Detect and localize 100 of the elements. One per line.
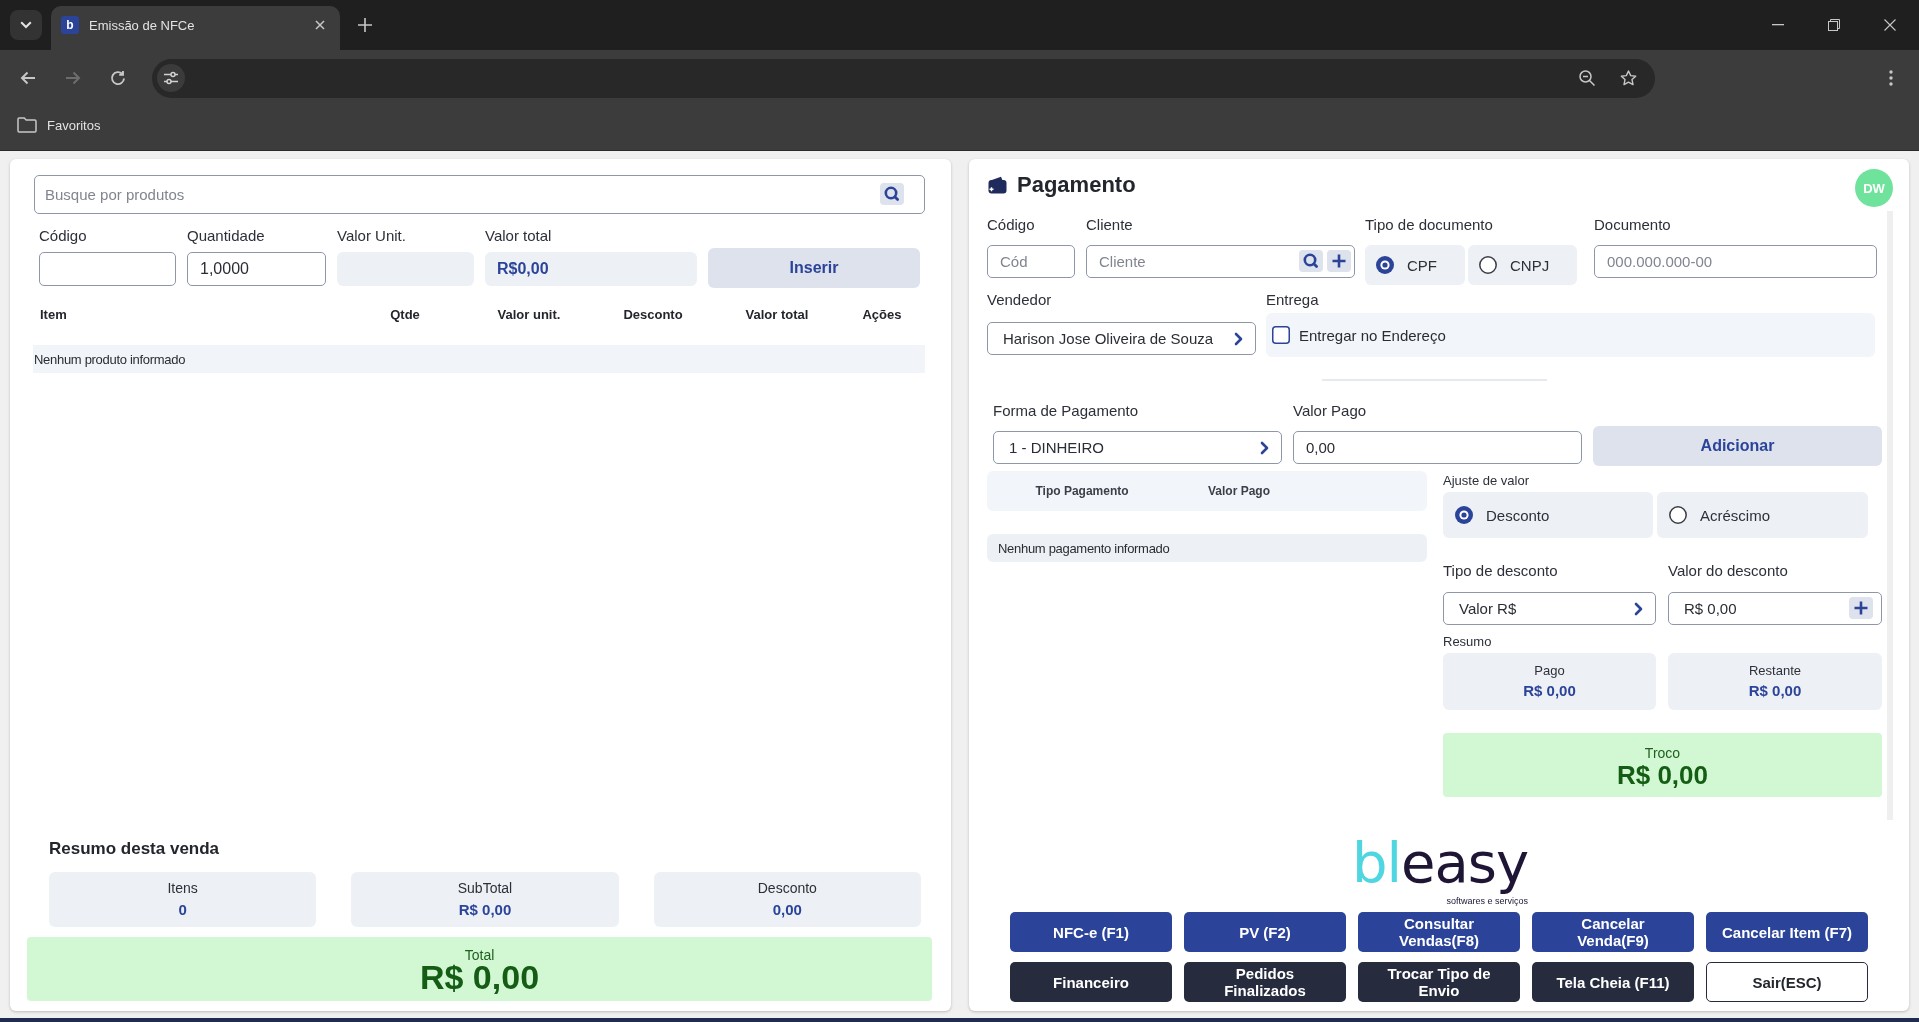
chevron-down-icon: [20, 21, 32, 29]
action-button[interactable]: Tela Cheia (F11): [1532, 962, 1694, 1002]
restore-icon[interactable]: [1828, 18, 1840, 31]
chevron-right-icon: [1260, 440, 1269, 455]
checkbox-label: Entregar no Endereço: [1299, 326, 1446, 344]
sliders-icon[interactable]: [157, 64, 185, 92]
star-icon[interactable]: [1620, 70, 1637, 86]
summary-label: Restante: [1748, 663, 1801, 679]
action-button[interactable]: Trocar Tipo de Envio: [1358, 962, 1520, 1002]
column-header: Valor unit.: [497, 306, 561, 322]
plus-icon[interactable]: [1327, 250, 1351, 272]
logo-tagline: softwares e serviços: [1446, 896, 1529, 907]
zoom-out-icon[interactable]: [1579, 70, 1595, 86]
checkbox[interactable]: [1272, 326, 1290, 344]
field-label: Cliente: [1086, 215, 1133, 235]
empty-table-message: Nenhum produto informado: [33, 345, 925, 373]
browser-tab[interactable]: b Emissão de NFCe: [51, 6, 340, 50]
action-button[interactable]: Financeiro: [1010, 962, 1172, 1002]
action-button[interactable]: Sair(ESC): [1706, 962, 1868, 1002]
summary-value: 0: [178, 900, 187, 920]
field-label: Resumo: [1443, 634, 1492, 650]
field-label: Forma de Pagamento: [993, 401, 1139, 421]
radio-option[interactable]: Desconto: [1443, 492, 1653, 538]
wallet-icon: [987, 176, 1007, 194]
radio-option[interactable]: Acréscimo: [1657, 492, 1868, 538]
empty-table-message: Nenhum pagamento informado: [987, 534, 1427, 562]
radio-button[interactable]: [1376, 256, 1394, 274]
summary-value: R$ 0,00: [458, 900, 512, 920]
field-label: Vendedor: [987, 290, 1052, 310]
panel-title: Pagamento: [1017, 172, 1136, 198]
field-label: Quantidade: [187, 226, 265, 246]
discount-value-field[interactable]: R$ 0,00: [1668, 592, 1882, 625]
column-header: Ações: [862, 306, 902, 322]
text-input[interactable]: 1,0000: [187, 252, 326, 286]
change-value: R$ 0,00: [1616, 761, 1709, 789]
code-input[interactable]: Cód: [987, 245, 1075, 278]
summary-label: Itens: [167, 880, 198, 896]
chevron-right-icon: [1634, 601, 1643, 616]
readonly-field: R$0,00: [485, 252, 697, 286]
column-header: Tipo Pagamento: [1035, 484, 1129, 498]
insert-button[interactable]: Inserir: [708, 248, 920, 288]
column-header: Desconto: [623, 306, 683, 322]
total-value: R$ 0,00: [419, 961, 540, 993]
field-label: Ajuste de valor: [1443, 473, 1529, 489]
action-button[interactable]: NFC-e (F1): [1010, 912, 1172, 952]
radio-option[interactable]: CPF: [1365, 245, 1465, 285]
field-label: Valor total: [485, 226, 552, 246]
column-header: Valor Pago: [1208, 484, 1270, 498]
menu-dots-icon[interactable]: [1889, 70, 1893, 86]
tab-search-button[interactable]: [10, 10, 42, 40]
field-label: Tipo de desconto: [1443, 561, 1558, 581]
close-icon[interactable]: [315, 20, 325, 30]
search-icon[interactable]: [880, 183, 904, 205]
field-label: Valor Pago: [1293, 401, 1367, 421]
action-button[interactable]: Consultar Vendas(F8): [1358, 912, 1520, 952]
radio-option[interactable]: CNPJ: [1468, 245, 1577, 285]
minimize-icon[interactable]: [1772, 23, 1784, 26]
field-label: Código: [987, 215, 1035, 235]
folder-icon: [17, 117, 37, 133]
payment-method-select[interactable]: 1 - DINHEIRO: [993, 431, 1282, 464]
back-arrow-icon[interactable]: [19, 71, 36, 85]
text-input[interactable]: [39, 252, 176, 286]
radio-button[interactable]: [1669, 506, 1687, 524]
summary-label: Desconto: [757, 880, 817, 896]
reload-icon[interactable]: [109, 70, 126, 86]
field-label: Código: [39, 226, 87, 246]
section-title: Resumo desta venda: [49, 838, 220, 860]
new-tab-plus-icon[interactable]: [358, 17, 372, 32]
field-label: Valor Unit.: [337, 226, 406, 246]
summary-label: SubTotal: [457, 880, 513, 896]
radio-button[interactable]: [1455, 506, 1473, 524]
action-button[interactable]: Cancelar Item (F7): [1706, 912, 1868, 952]
summary-value: R$ 0,00: [1748, 681, 1802, 701]
document-input[interactable]: 000.000.000-00: [1594, 245, 1877, 278]
action-button[interactable]: Pedidos Finalizados: [1184, 962, 1346, 1002]
add-payment-button[interactable]: Adicionar: [1593, 426, 1882, 466]
change-label: Troco: [1644, 745, 1681, 761]
column-header: Valor total: [745, 306, 809, 322]
plus-icon[interactable]: [1849, 597, 1873, 619]
field-label: Tipo de documento: [1365, 215, 1493, 235]
summary-value: 0,00: [772, 900, 802, 920]
chevron-right-icon: [1234, 331, 1243, 346]
favicon-icon: b: [61, 16, 79, 34]
bookmark-folder[interactable]: Favoritos: [17, 117, 101, 133]
radio-button[interactable]: [1479, 256, 1497, 274]
summary-label: Pago: [1534, 663, 1565, 679]
action-button[interactable]: Cancelar Venda(F9): [1532, 912, 1694, 952]
search-icon[interactable]: [1299, 250, 1323, 272]
summary-value: R$ 0,00: [1523, 681, 1576, 701]
column-header: Qtde: [390, 306, 420, 322]
seller-select[interactable]: Harison Jose Oliveira de Souza: [987, 322, 1256, 355]
field-label: Documento: [1594, 215, 1671, 235]
amount-input[interactable]: 0,00: [1293, 431, 1582, 464]
product-search-field[interactable]: Busque por produtos: [34, 175, 925, 214]
field-label: Entrega: [1266, 290, 1319, 310]
column-header: Item: [40, 306, 67, 322]
discount-type-select[interactable]: Valor R$: [1443, 592, 1656, 625]
action-button[interactable]: PV (F2): [1184, 912, 1346, 952]
field-label: Valor do desconto: [1668, 561, 1788, 581]
close-icon[interactable]: [1884, 18, 1896, 31]
